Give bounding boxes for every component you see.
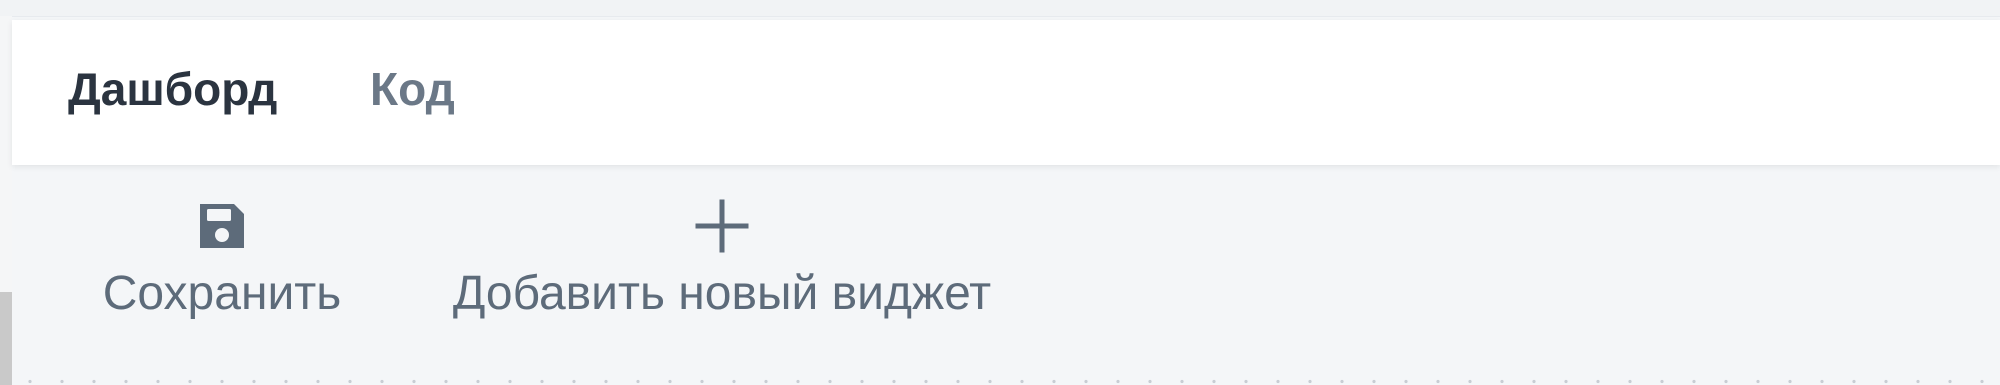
dashboard-grid — [12, 378, 2000, 385]
tab-dashboard[interactable]: Дашборд — [68, 60, 277, 118]
plus-icon — [695, 199, 749, 253]
left-edge-shadow — [0, 292, 12, 385]
add-widget-button[interactable]: Добавить новый виджет — [420, 198, 1024, 324]
dashboard-toolbar: Сохранить Добавить новый виджет — [12, 170, 2000, 350]
tab-bar: Дашборд Код — [12, 20, 2000, 165]
top-strip — [0, 0, 2000, 17]
add-widget-label: Добавить новый виджет — [452, 267, 992, 320]
save-button[interactable]: Сохранить — [88, 198, 356, 324]
save-label: Сохранить — [102, 267, 342, 320]
floppy-disk-icon — [200, 204, 244, 248]
tab-code[interactable]: Код — [370, 60, 455, 118]
